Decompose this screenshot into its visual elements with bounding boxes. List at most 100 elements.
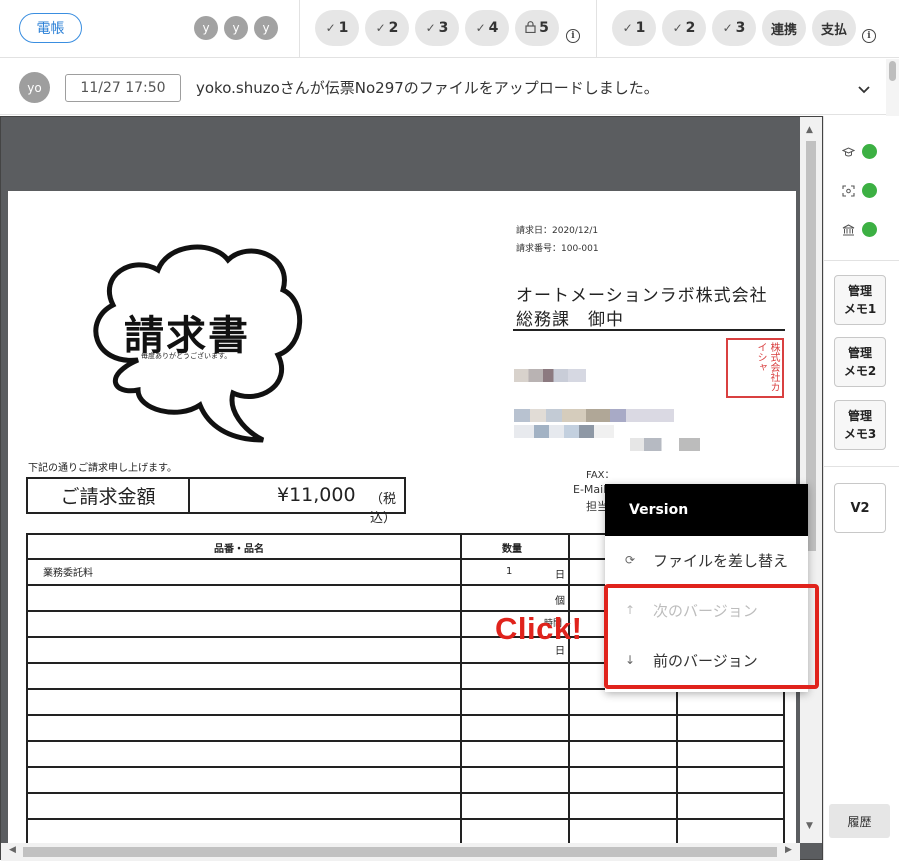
approval-step-3[interactable]: ✓ 3 <box>415 10 459 46</box>
user-avatar[interactable]: y <box>224 16 248 40</box>
column-header-item: 品番・品名 <box>214 544 264 555</box>
table-divider <box>28 792 783 794</box>
admin-memo-1-button[interactable]: 管理 メモ1 <box>834 275 886 325</box>
status-indicator <box>842 222 882 240</box>
recipient-department: 総務課 御中 <box>516 310 624 330</box>
redacted-text <box>630 438 700 451</box>
step-label: 2 <box>685 20 696 36</box>
admin-memo-3-button[interactable]: 管理 メモ3 <box>834 400 886 450</box>
approval2-step-3[interactable]: ✓ 3 <box>712 10 756 46</box>
refresh-icon: ⟳ <box>625 553 636 567</box>
memo-label: 管理 <box>847 346 872 360</box>
table-divider <box>28 714 783 716</box>
status-indicator <box>841 144 882 162</box>
item-name: 業務委託料 <box>43 568 93 579</box>
unit-fragment: 個 <box>555 596 565 607</box>
memo-label: メモ3 <box>843 427 877 441</box>
scan-icon <box>842 185 855 200</box>
avatar: yo <box>19 72 50 103</box>
table-divider <box>28 766 783 768</box>
top-toolbar: 電帳 y y y ✓ 1 ✓ 2 ✓ 3 ✓ 4 5 i ✓ 1 ✓ 2 ✓ 3 連携 支払 … <box>0 0 899 58</box>
step-label: 2 <box>388 20 399 36</box>
payment-button[interactable]: 支払 <box>812 10 856 46</box>
item-qty: 1 <box>506 566 513 577</box>
lock-icon <box>525 20 536 36</box>
integration-button[interactable]: 連携 <box>762 10 806 46</box>
redacted-text <box>514 425 614 438</box>
scroll-left-arrow[interactable]: ◀ <box>9 845 16 855</box>
invoice-intro: 下記の通りご請求申し上げます。 <box>28 463 177 474</box>
approval-step-2[interactable]: ✓ 2 <box>365 10 409 46</box>
status-dot <box>862 183 877 198</box>
approval-step-4[interactable]: ✓ 4 <box>465 10 509 46</box>
invoice-date: 請求日：2020/12/1 <box>516 226 599 236</box>
status-indicator <box>842 183 882 201</box>
info-icon[interactable]: i <box>862 29 876 43</box>
viewer-horizontal-scrollbar[interactable]: ◀ ▶ <box>1 843 800 861</box>
redacted-text <box>514 369 586 382</box>
user-avatar[interactable]: y <box>194 16 218 40</box>
toolbar-divider <box>299 0 300 58</box>
step-label: 5 <box>539 20 549 36</box>
activity-scrollbar[interactable] <box>886 59 899 116</box>
approval-step-1[interactable]: ✓ 1 <box>315 10 359 46</box>
info-icon[interactable]: i <box>566 29 580 43</box>
memo-label: 管理 <box>847 409 872 423</box>
amount-label: ご請求金額 <box>28 479 190 512</box>
activity-log-row: yo 11/27 17:50 yoko.shuzoさんが伝票No297のファイル… <box>0 59 886 115</box>
right-sidebar: 管理 メモ1 管理 メモ2 管理 メモ3 V2 履歴 <box>823 116 899 860</box>
item-unit: 日 <box>555 570 565 581</box>
approval2-step-1[interactable]: ✓ 1 <box>612 10 656 46</box>
approval-step-5[interactable]: 5 <box>515 10 559 46</box>
step-label: 4 <box>488 20 499 36</box>
scrollbar-thumb[interactable] <box>889 61 896 81</box>
highlight-annotation <box>604 584 819 689</box>
bank-icon <box>842 224 855 239</box>
total-amount-box: ご請求金額 ¥11,000 （税込） <box>26 477 406 526</box>
check-icon: ✓ <box>325 21 336 35</box>
step-label: 3 <box>735 20 746 36</box>
check-icon: ✓ <box>622 21 633 35</box>
fax-label: FAX： <box>586 470 615 481</box>
check-icon: ✓ <box>722 21 733 35</box>
version-button[interactable]: V2 <box>834 483 886 533</box>
activity-timestamp: 11/27 17:50 <box>65 74 181 102</box>
activity-message: yoko.shuzoさんが伝票No297のファイルをアップロードしました。 <box>196 79 659 97</box>
scrollbar-thumb[interactable] <box>23 847 777 857</box>
sidebar-divider <box>824 466 899 467</box>
replace-file-menu-item[interactable]: ⟳ ファイルを差し替え <box>605 536 808 584</box>
status-dot <box>862 144 877 159</box>
amount-value: ¥11,000 <box>277 484 356 506</box>
memo-label: メモ1 <box>843 302 877 316</box>
admin-memo-2-button[interactable]: 管理 メモ2 <box>834 337 886 387</box>
step-label: 1 <box>635 20 646 36</box>
click-annotation: Click! <box>495 611 583 646</box>
ledger-button[interactable]: 電帳 <box>19 13 82 43</box>
approval2-step-2[interactable]: ✓ 2 <box>662 10 706 46</box>
graduation-cap-icon <box>841 146 856 161</box>
chevron-down-icon[interactable] <box>856 81 872 97</box>
column-header-qty: 数量 <box>502 544 522 555</box>
step-label: 3 <box>438 20 449 36</box>
check-icon: ✓ <box>475 21 486 35</box>
scroll-down-arrow[interactable]: ▼ <box>806 821 813 831</box>
check-icon: ✓ <box>375 21 386 35</box>
check-icon: ✓ <box>425 21 436 35</box>
sidebar-divider <box>824 260 899 261</box>
redacted-text <box>514 409 674 422</box>
version-menu-title: Version <box>605 484 808 536</box>
history-button[interactable]: 履歴 <box>829 804 890 838</box>
user-avatar[interactable]: y <box>254 16 278 40</box>
recipient-underline <box>513 329 785 331</box>
menu-item-label: ファイルを差し替え <box>653 551 789 570</box>
amount-tax-note: （税込） <box>370 492 397 526</box>
scroll-right-arrow[interactable]: ▶ <box>785 845 792 855</box>
toolbar-divider <box>596 0 597 58</box>
scroll-up-arrow[interactable]: ▲ <box>806 125 813 135</box>
recipient-company: オートメーションラボ株式会社 <box>516 286 768 306</box>
invoice-number: 請求番号：100-001 <box>516 244 599 254</box>
company-seal: 株式会社カイシャ <box>726 338 784 398</box>
viewer-vertical-scrollbar[interactable]: ▲ ▼ <box>800 117 822 843</box>
check-icon: ✓ <box>672 21 683 35</box>
memo-label: 管理 <box>847 284 872 298</box>
